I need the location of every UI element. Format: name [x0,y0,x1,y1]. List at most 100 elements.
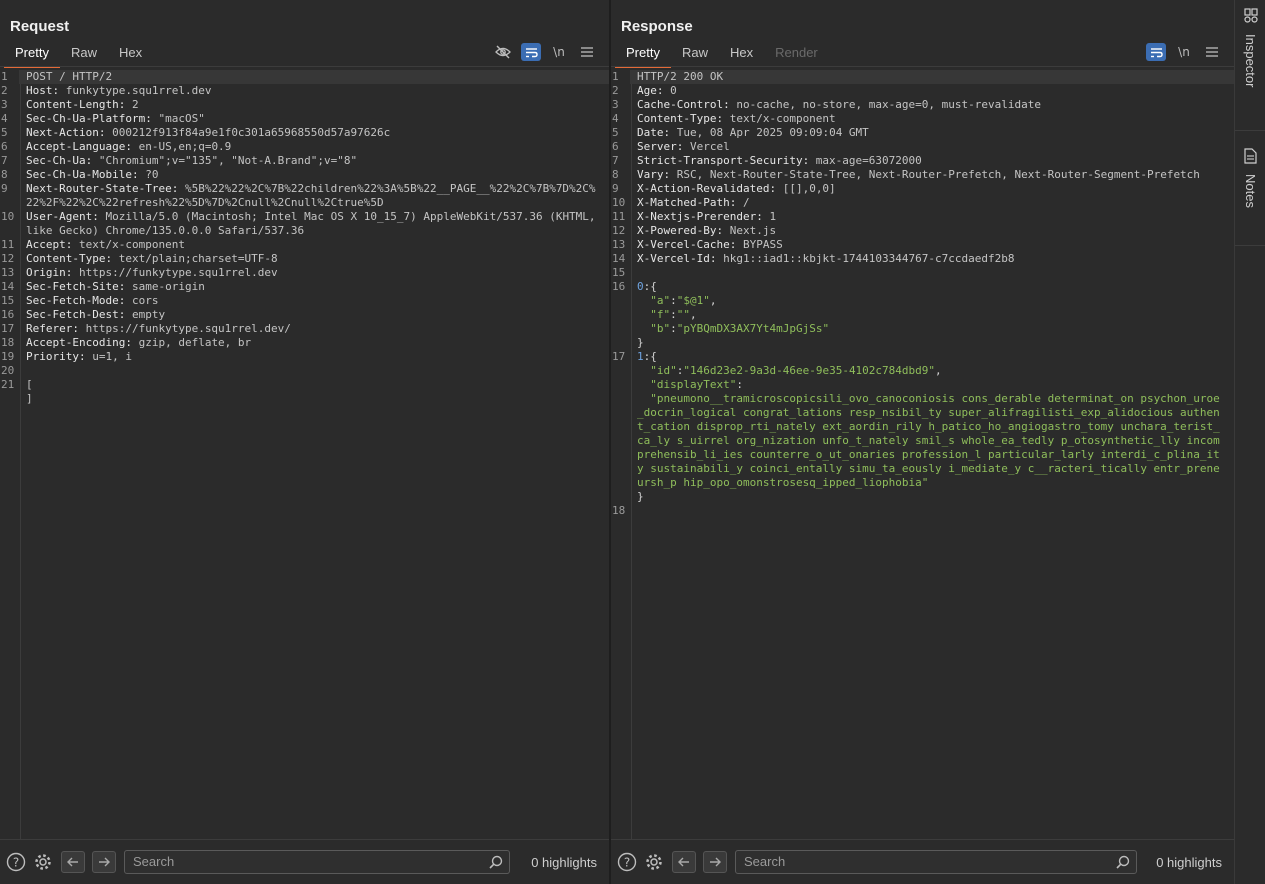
line-number: 13 [1,266,15,279]
wrap-lines-icon [1150,47,1163,57]
code-line: 13 Origin: https://funkytype.squ1rrel.dev [0,266,609,280]
line-text: Sec-Ch-Ua: "Chromium";v="135", "Not-A.Br… [26,154,358,167]
response-pretty-format-button[interactable] [1146,43,1166,61]
code-line: 2 Age: 0 [611,84,1234,98]
line-number: 3 [612,98,619,111]
inspector-label: Inspector [1243,34,1258,88]
code-line: 6 Accept-Language: en-US,en;q=0.9 [0,140,609,154]
response-title: Response [621,18,693,35]
previous-match-button[interactable] [672,851,696,873]
line-number: 9 [612,182,619,195]
settings-button[interactable] [32,851,54,873]
request-tab-hex[interactable]: Hex [108,42,153,66]
line-text: Date: Tue, 08 Apr 2025 09:09:04 GMT [637,126,869,139]
hide-nonprintable-button[interactable] [493,43,513,61]
code-line: 17 1:{ "id":"146d23e2-9a3d-46ee-9e35-410… [612,350,1220,503]
hamburger-icon [581,47,593,57]
line-number: 14 [612,252,626,265]
line-number: 15 [1,294,15,307]
request-tab-raw[interactable]: Raw [60,42,108,66]
request-search-input[interactable] [125,851,509,871]
request-editor[interactable]: 1 POST / HTTP/2 2 Host: funkytype.squ1rrel.… [0,70,609,840]
line-text: Host: funkytype.squ1rrel.dev [26,84,212,97]
code-line: 8 Vary: RSC, Next-Router-State-Tree, Next… [611,168,1234,182]
code-line: 7 Sec-Ch-Ua: "Chromium";v="135", "Not-A.B… [0,154,609,168]
response-search-bar: ? 0 highlights [611,839,1234,884]
response-editor[interactable]: 1 HTTP/2 200 OK 2 Age: 0 3 Cache-Control: no-… [611,70,1234,840]
line-text: Content-Type: text/plain;charset=UTF-8 [26,252,278,265]
response-tab-pretty[interactable]: Pretty [615,42,671,68]
line-number: 11 [1,238,15,251]
response-menu-button[interactable] [1202,43,1222,61]
next-match-button[interactable] [92,851,116,873]
code-line: 9 Next-Router-State-Tree: %5B%22%22%2C%7B… [0,182,609,210]
line-text: User-Agent: Mozilla/5.0 (Macintosh; Inte… [26,210,603,237]
request-code[interactable]: 1 POST / HTTP/2 2 Host: funkytype.squ1rrel.… [0,70,609,840]
next-match-button[interactable] [703,851,727,873]
response-highlights-count: 0 highlights [1156,854,1222,870]
arrow-left-icon [678,857,689,867]
response-toolbar: \n [1146,42,1222,62]
code-line: 16 0:{ "a":"$@1", "f":"", "b":"pYBQmDX3A… [612,280,830,349]
code-line: 10 X-Matched-Path: / [611,196,1234,210]
code-line: 14 Sec-Fetch-Site: same-origin [0,280,609,294]
code-line: 5 Next-Action: 000212f913f84a9e1f0c301a65… [0,126,609,140]
line-number: 6 [1,140,8,153]
response-tabs: Pretty Raw Hex Render [615,42,829,68]
request-search-bar: ? 0 highlights [0,839,609,884]
line-number: 2 [612,84,619,97]
help-button[interactable]: ? [5,851,27,873]
code-line: 17 Referer: https://funkytype.squ1rrel.de… [0,322,609,336]
line-text: Sec-Ch-Ua-Mobile: ?0 [26,168,159,181]
line-text: Priority: u=1, i [26,350,132,363]
response-tab-hex[interactable]: Hex [719,42,764,66]
line-number: 15 [612,266,626,279]
code-line: 11 Accept: text/x-component [0,238,609,252]
svg-text:?: ? [624,856,630,870]
code-line: 10 User-Agent: Mozilla/5.0 (Macintosh; In… [0,210,609,238]
line-number: 10 [612,196,626,209]
response-search-input[interactable] [736,851,1136,871]
search-icon [489,855,503,869]
pretty-format-button[interactable] [521,43,541,61]
line-number: 4 [612,112,619,125]
line-number: 5 [612,126,619,139]
line-text: [ ] [26,378,33,405]
code-line: 16 Sec-Fetch-Dest: empty [0,308,609,322]
code-line: 7 Strict-Transport-Security: max-age=6307… [611,154,1234,168]
request-tabs: Pretty Raw Hex [4,42,153,68]
request-search [124,850,510,874]
request-menu-button[interactable] [577,43,597,61]
newline-toggle-button[interactable]: \n [549,43,569,61]
code-line: 2 Host: funkytype.squ1rrel.dev [0,84,609,98]
inspector-icon [1243,8,1258,23]
line-number: 7 [1,154,8,167]
response-newline-toggle-button[interactable]: \n [1174,43,1194,61]
code-line: 21 [ ] [0,378,609,406]
help-button[interactable]: ? [616,851,638,873]
code-line: 15 Sec-Fetch-Mode: cors [0,294,609,308]
notes-tab[interactable]: Notes [1235,148,1265,208]
line-text: X-Powered-By: Next.js [637,224,777,237]
line-text: X-Vercel-Cache: BYPASS [637,238,783,251]
notes-label: Notes [1243,174,1258,208]
request-tab-pretty[interactable]: Pretty [4,42,60,68]
code-line: 1 HTTP/2 200 OK [611,70,1234,84]
line-number: 14 [1,280,15,293]
response-code[interactable]: 1 HTTP/2 200 OK 2 Age: 0 3 Cache-Control: no-… [611,70,1234,840]
right-sidebar: Inspector Notes [1234,0,1265,884]
line-number: 1 [612,70,619,83]
code-line: 19 Priority: u=1, i [0,350,609,364]
line-text: Content-Length: 2 [26,98,139,111]
wrap-lines-icon [525,47,538,57]
previous-match-button[interactable] [61,851,85,873]
line-number: 8 [612,168,619,181]
inspector-tab[interactable]: Inspector [1235,8,1265,87]
response-tab-raw[interactable]: Raw [671,42,719,66]
line-number: 9 [1,182,8,195]
response-tab-render[interactable]: Render [764,42,829,66]
line-number: 3 [1,98,8,111]
code-line: 9 X-Action-Revalidated: [[],0,0] [611,182,1234,196]
request-title: Request [10,18,70,35]
settings-button[interactable] [643,851,665,873]
